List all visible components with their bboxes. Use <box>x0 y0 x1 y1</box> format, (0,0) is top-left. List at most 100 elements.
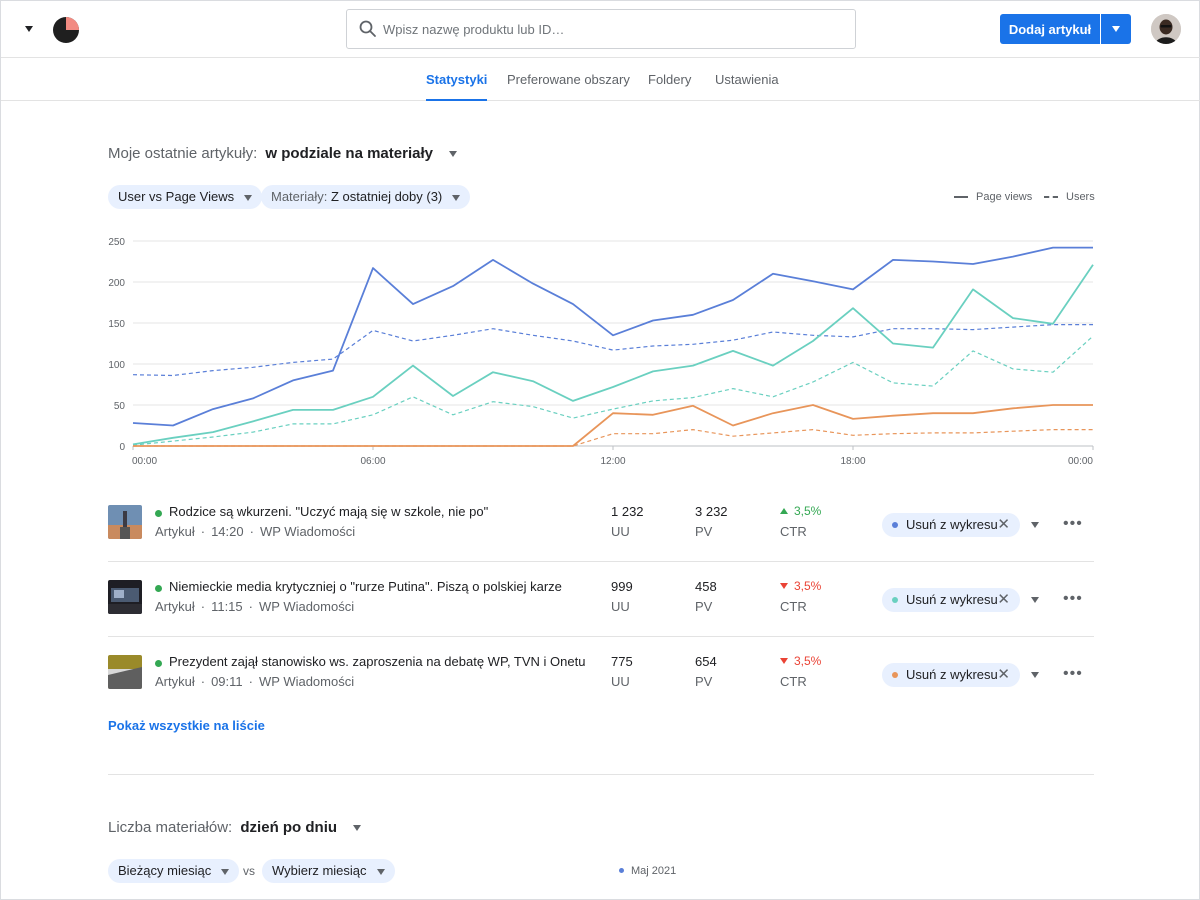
pv-label: PV <box>695 674 713 689</box>
period-chevron-down-icon[interactable] <box>353 825 362 832</box>
article-row[interactable]: Niemieckie media krytyczniej o "rurze Pu… <box>108 562 1094 637</box>
meta-separator: · <box>248 599 253 614</box>
app-frame: Dodaj artykuł Statystyki Preferowane obs… <box>0 0 1200 900</box>
legend-page-views: Page views <box>954 191 1032 203</box>
add-article-dropdown-button[interactable] <box>1101 14 1131 44</box>
uu-label: UU <box>611 599 630 614</box>
y-tick-label: 250 <box>108 237 125 248</box>
articles-section-title: Moje ostatnie artykuły: w podziale na ma… <box>108 145 458 162</box>
row-chevron-down-icon[interactable] <box>1031 597 1039 603</box>
vs-label: vs <box>243 864 255 878</box>
article-type: Artykuł <box>155 524 195 539</box>
materials-count-section-title: Liczba materiałów: dzień po dniu <box>108 819 362 836</box>
legend-page-views-label: Page views <box>976 191 1033 203</box>
pv-value: 3 232 <box>695 504 728 519</box>
materials-filter-value: Z ostatniej doby (3) <box>330 189 443 204</box>
legend-users-label: Users <box>1066 191 1095 203</box>
x-tick-label: 00:00 <box>132 456 157 467</box>
more-options-icon[interactable]: ••• <box>1063 665 1083 683</box>
search-input[interactable] <box>383 10 843 48</box>
metric-filter-chip[interactable]: User vs Page Views <box>108 185 263 209</box>
article-meta: Artykuł · 14:20 · WP Wiadomości <box>155 524 355 539</box>
status-dot-icon <box>155 510 162 517</box>
ctr-stat: 3,5% CTR <box>780 504 821 539</box>
more-options-icon[interactable]: ••• <box>1063 590 1083 608</box>
series-line-article-1-users <box>132 323 1093 377</box>
add-article-button[interactable]: Dodaj artykuł <box>1000 14 1100 44</box>
tab-ustawienia[interactable]: Ustawienia <box>715 58 779 101</box>
x-tick-label: 12:00 <box>600 456 625 467</box>
article-meta: Artykuł · 09:11 · WP Wiadomości <box>155 674 354 689</box>
remove-from-chart-label: Usuń z wykresu <box>906 592 998 607</box>
period-select[interactable]: dzień po dniu <box>240 819 337 836</box>
section-divider <box>108 774 1094 775</box>
avatar[interactable] <box>1151 14 1181 44</box>
series-color-dot-icon <box>892 522 898 528</box>
meta-separator: · <box>200 674 206 689</box>
article-time: 09:11 <box>211 674 243 689</box>
article-row[interactable]: Prezydent zajął stanowisko ws. zaproszen… <box>108 637 1094 712</box>
remove-from-chart-button[interactable]: Usuń z wykresu ✕ <box>882 663 1020 687</box>
row-chevron-down-icon[interactable] <box>1031 522 1039 528</box>
remove-from-chart-button[interactable]: Usuń z wykresu ✕ <box>882 588 1020 612</box>
article-source: WP Wiadomości <box>259 599 355 614</box>
materials-filter-chip[interactable]: Materiały: Z ostatniej doby (3) <box>261 185 471 209</box>
pv-stat: 654 PV <box>695 654 717 689</box>
remove-from-chart-button[interactable]: Usuń z wykresu ✕ <box>882 513 1020 537</box>
y-tick-label: 0 <box>119 442 125 453</box>
close-icon[interactable]: ✕ <box>997 513 1010 537</box>
show-all-link[interactable]: Pokaż wszystkie na liście <box>108 718 265 733</box>
meta-separator: · <box>200 524 206 539</box>
pv-label: PV <box>695 599 713 614</box>
grouping-chevron-down-icon[interactable] <box>449 151 458 158</box>
chevron-down-icon <box>376 868 385 875</box>
meta-separator: · <box>200 599 206 614</box>
legend-users: Users <box>1044 191 1095 203</box>
app-logo-icon <box>53 17 79 43</box>
article-title[interactable]: Prezydent zajął stanowisko ws. zaproszen… <box>169 654 585 669</box>
materials-filter-prefix: Materiały: <box>271 189 328 204</box>
remove-from-chart-label: Usuń z wykresu <box>906 517 998 532</box>
article-title[interactable]: Rodzice są wkurzeni. "Uczyć mają się w s… <box>169 504 488 519</box>
article-row[interactable]: Rodzice są wkurzeni. "Uczyć mają się w s… <box>108 487 1094 562</box>
uu-label: UU <box>611 524 630 539</box>
section-title-prefix: Liczba materiałów: <box>108 819 233 836</box>
metric-filter-label: User vs Page Views <box>118 189 235 204</box>
search-icon <box>359 20 376 37</box>
line-chart: 0 50 100 150 200 250 00:00 06:00 12:00 18:00 00:00 <box>108 237 1094 467</box>
uu-value: 1 232 <box>611 504 644 519</box>
article-title[interactable]: Niemieckie media krytyczniej o "rurze Pu… <box>169 579 562 594</box>
tab-preferowane-obszary[interactable]: Preferowane obszary <box>507 58 630 101</box>
pv-stat: 458 PV <box>695 579 717 614</box>
trend-down-icon <box>780 658 788 664</box>
month-legend: Maj 2021 <box>619 865 676 877</box>
close-icon[interactable]: ✕ <box>997 663 1010 687</box>
grouping-select[interactable]: w podziale na materiały <box>265 145 433 162</box>
chevron-down-icon <box>221 868 230 875</box>
article-meta: Artykuł · 11:15 · WP Wiadomości <box>155 599 354 614</box>
legend-dot-icon <box>619 868 624 873</box>
uu-stat: 1 232 UU <box>611 504 644 539</box>
series-line-article-3-page-views <box>133 404 1093 447</box>
tab-foldery[interactable]: Foldery <box>648 58 691 101</box>
ctr-value: 3,5% <box>780 504 821 518</box>
more-options-icon[interactable]: ••• <box>1063 515 1083 533</box>
user-avatar-icon <box>1151 14 1181 44</box>
tab-bar: Statystyki Preferowane obszary Foldery U… <box>1 58 1200 101</box>
uu-label: UU <box>611 674 630 689</box>
x-tick-label: 18:00 <box>840 456 865 467</box>
current-month-chip[interactable]: Bieżący miesiąc <box>108 859 240 883</box>
status-dot-icon <box>155 660 162 667</box>
status-dot-icon <box>155 585 162 592</box>
ctr-stat: 3,5% CTR <box>780 654 821 689</box>
menu-dropdown-icon[interactable] <box>25 26 33 32</box>
series-line-article-1-page-views <box>132 246 1093 427</box>
close-icon[interactable]: ✕ <box>997 588 1010 612</box>
trend-up-icon <box>780 508 788 514</box>
select-month-chip[interactable]: Wybierz miesiąc <box>262 859 395 883</box>
chevron-down-icon <box>244 194 253 201</box>
dashed-line-swatch-icon <box>1044 196 1058 199</box>
row-chevron-down-icon[interactable] <box>1031 672 1039 678</box>
tab-statystyki[interactable]: Statystyki <box>426 58 488 101</box>
article-time: 11:15 <box>211 599 243 614</box>
